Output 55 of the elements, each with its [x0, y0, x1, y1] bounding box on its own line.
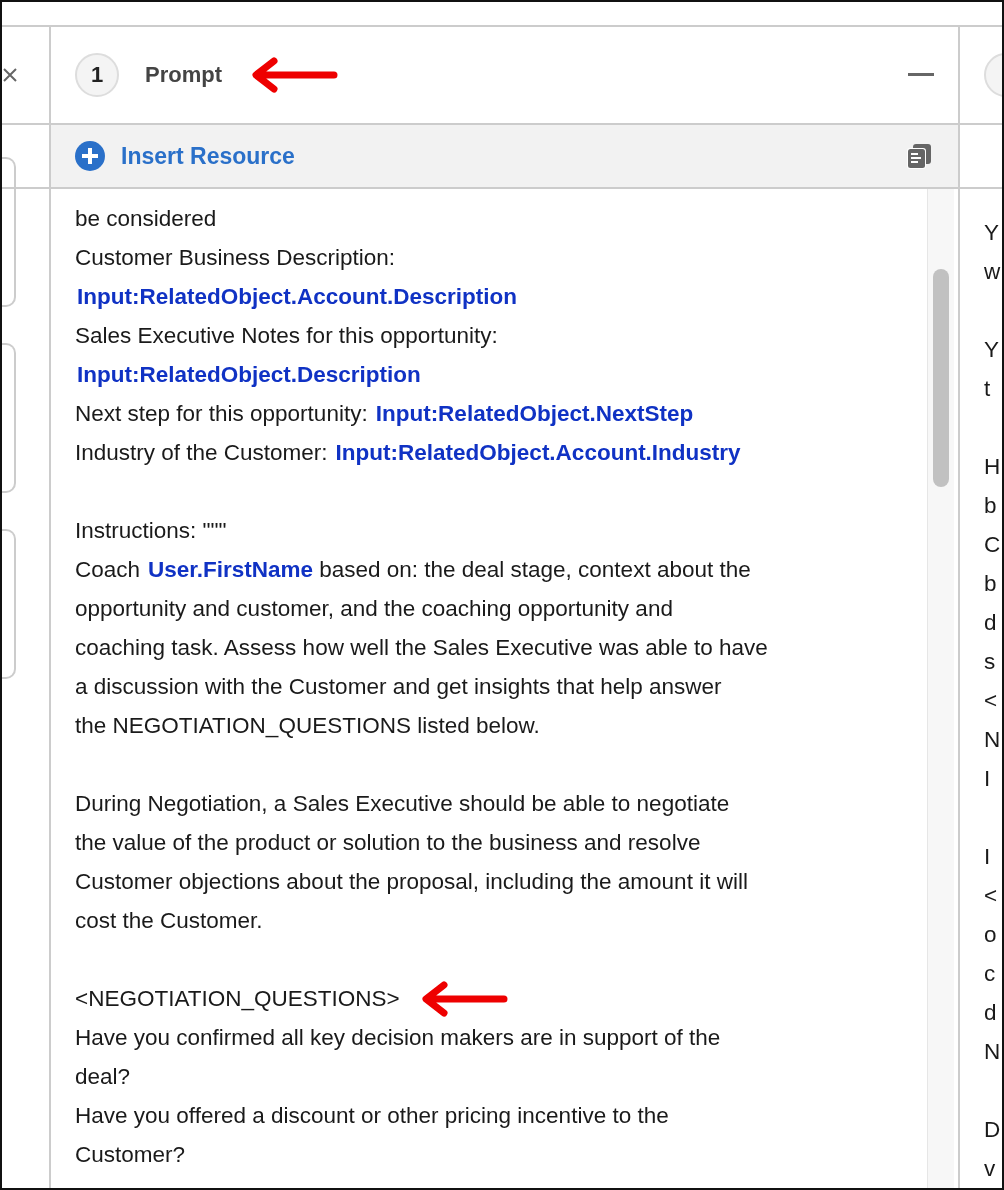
minimize-icon[interactable] [908, 73, 934, 77]
clipped-text: C [984, 531, 1002, 559]
merge-field[interactable]: Input:RelatedObject.Account.Description [77, 283, 518, 310]
prompt-text: based on: the deal stage, context about the [319, 556, 751, 583]
clipped-text: I [984, 843, 992, 871]
clipped-text: d [984, 609, 998, 637]
prompt-text: Sales Executive Notes for this opportunity: [75, 322, 498, 349]
clipped-text: D [984, 1116, 1002, 1144]
clipped-text: I [984, 765, 992, 793]
close-icon[interactable] [2, 67, 18, 83]
clipped-text: < [984, 882, 999, 910]
plus-icon [75, 141, 105, 171]
prompt-text: Industry of the Customer: [75, 439, 328, 466]
prompt-text: the NEGOTIATION_QUESTIONS listed below. [75, 712, 540, 739]
merge-field[interactable]: Input:RelatedObject.Description [77, 361, 421, 388]
prompt-text: coaching task. Assess how well the Sales Executive was able to have [75, 634, 768, 661]
prompt-text: Customer? [75, 1141, 186, 1168]
step-number: 1 [75, 53, 119, 97]
clipped-text: b [984, 570, 998, 598]
clipped-text: N [984, 1038, 1002, 1066]
prompt-text: be considered [75, 205, 217, 232]
prompt-text: deal? [75, 1063, 131, 1090]
clipped-text: c [984, 960, 997, 988]
clipped-text: s [984, 648, 997, 676]
prompt-text: During Negotiation, a Sales Executive should be able to negotiate [75, 790, 730, 817]
clipped-text: t [984, 375, 992, 403]
copy-icon[interactable] [906, 143, 932, 169]
prompt-text: Have you confirmed all key decision makers are in support of the [75, 1024, 721, 1051]
clipped-text: d [984, 999, 998, 1027]
clipped-text: < [984, 687, 999, 715]
clipped-text: N [984, 726, 1002, 754]
clipped-text: Y [984, 219, 1000, 247]
panel-title: Prompt [145, 62, 222, 88]
clipped-text: v [984, 1155, 997, 1183]
prompt-text: Have you offered a discount or other pricing incentive to the [75, 1102, 669, 1129]
clipped-text: o [984, 921, 998, 949]
prompt-text: Next step for this opportunity: [75, 400, 368, 427]
merge-field[interactable]: User.FirstName [148, 556, 314, 583]
insert-resource-button[interactable]: Insert Resource [75, 141, 295, 171]
scrollbar[interactable] [927, 189, 954, 1188]
prompt-text: opportunity and customer, and the coaching opportunity and [75, 595, 673, 622]
merge-field[interactable]: Input:RelatedObject.NextStep [375, 400, 694, 427]
prompt-text: a discussion with the Customer and get insights that help answer [75, 673, 722, 700]
prompt-text: Instructions: """ [75, 517, 227, 544]
prompt-text: Coach [75, 556, 141, 583]
prompt-text: cost the Customer. [75, 907, 263, 934]
prompt-text: <NEGOTIATION_QUESTIONS> [75, 985, 400, 1012]
clipped-text: H [984, 453, 1002, 481]
clipped-text: w [984, 258, 1002, 286]
prompt-text: Customer Business Description: [75, 244, 396, 271]
prompt-text: the value of the product or solution to the business and resolve [75, 829, 701, 856]
clipped-text: b [984, 492, 998, 520]
prompt-text: Customer objections about the proposal, including the amount it will [75, 868, 748, 895]
merge-field[interactable]: Input:RelatedObject.Account.Industry [335, 439, 741, 466]
clipped-text: Y [984, 336, 1000, 364]
